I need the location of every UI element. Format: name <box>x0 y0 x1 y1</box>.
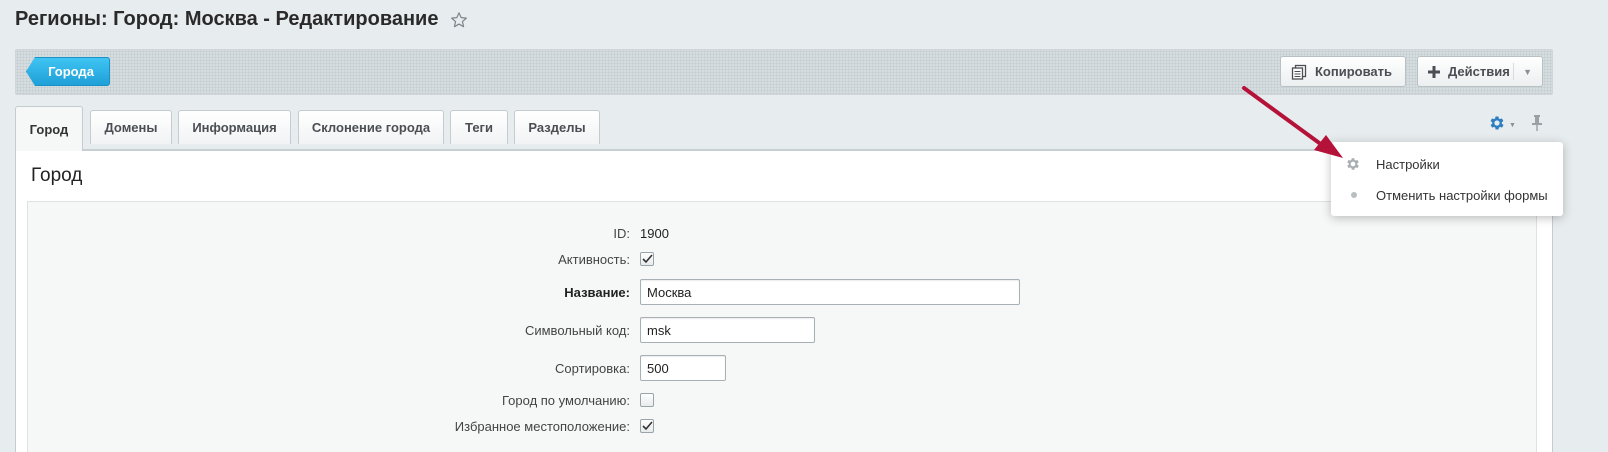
copy-button[interactable]: Копировать <box>1280 56 1406 87</box>
form-row-id: ID: 1900 <box>28 221 1536 245</box>
form-row-sort: Сортировка: <box>28 355 1536 381</box>
form-settings-button[interactable]: ▼ <box>1488 114 1516 137</box>
chevron-down-icon: ▼ <box>1509 122 1516 129</box>
page-title-text: Регионы: Город: Москва - Редактирование <box>15 8 439 30</box>
sort-label: Сортировка: <box>555 360 630 376</box>
chevron-down-icon: ▼ <box>1523 66 1532 77</box>
section-title: Город <box>31 165 83 186</box>
form-row-favorite: Избранное местоположение: <box>28 414 1536 438</box>
code-label: Символьный код: <box>524 322 630 338</box>
tab-domains[interactable]: Домены <box>90 110 172 144</box>
toolbar: Города Копировать Действия ▼ <box>15 49 1553 95</box>
name-input[interactable] <box>640 279 1020 305</box>
menu-item-reset-label: Отменить настройки формы <box>1376 187 1548 203</box>
form-box: ID: 1900 Активность: Название: Символьны… <box>27 201 1537 452</box>
pin-icon[interactable] <box>1530 114 1544 137</box>
gear-icon <box>1345 156 1361 172</box>
favorite-label: Избранное местоположение: <box>454 418 630 434</box>
form-row-name: Название: <box>28 279 1536 305</box>
tab-city[interactable]: Город <box>15 106 83 151</box>
plus-icon <box>1428 65 1440 78</box>
settings-dropdown-menu: Настройки Отменить настройки формы <box>1331 142 1563 216</box>
id-value: 1900 <box>640 225 669 241</box>
id-label: ID: <box>613 225 630 241</box>
favorite-checkbox[interactable] <box>640 419 654 433</box>
tab-tags[interactable]: Теги <box>450 110 508 144</box>
sort-input[interactable] <box>640 355 726 381</box>
back-to-cities-button[interactable]: Города <box>26 57 110 86</box>
default-label: Город по умолчанию: <box>502 392 630 408</box>
gear-icon <box>1488 114 1506 137</box>
tab-sections[interactable]: Разделы <box>514 110 600 144</box>
menu-item-settings-label: Настройки <box>1376 156 1440 172</box>
actions-button-label: Действия <box>1448 64 1510 79</box>
page-title: Регионы: Город: Москва - Редактирование <box>15 8 468 31</box>
dot-icon <box>1351 192 1357 198</box>
active-checkbox[interactable] <box>640 252 654 266</box>
copy-button-label: Копировать <box>1315 64 1393 79</box>
menu-item-reset-form-settings[interactable]: Отменить настройки формы <box>1331 182 1563 208</box>
actions-button[interactable]: Действия ▼ <box>1417 56 1543 87</box>
star-icon[interactable] <box>450 11 468 29</box>
tab-information[interactable]: Информация <box>178 110 291 144</box>
name-label: Название: <box>564 284 630 300</box>
tab-city-declension[interactable]: Склонение города <box>298 110 444 144</box>
code-input[interactable] <box>640 317 815 343</box>
active-label: Активность: <box>558 251 630 267</box>
menu-item-settings[interactable]: Настройки <box>1331 151 1563 177</box>
form-row-default: Город по умолчанию: <box>28 388 1536 412</box>
form-row-active: Активность: <box>28 247 1536 271</box>
form-panel: Город ID: 1900 Активность: Название: Сим… <box>15 149 1553 452</box>
form-row-code: Символьный код: <box>28 317 1536 343</box>
copy-icon <box>1291 64 1307 80</box>
default-checkbox[interactable] <box>640 393 654 407</box>
